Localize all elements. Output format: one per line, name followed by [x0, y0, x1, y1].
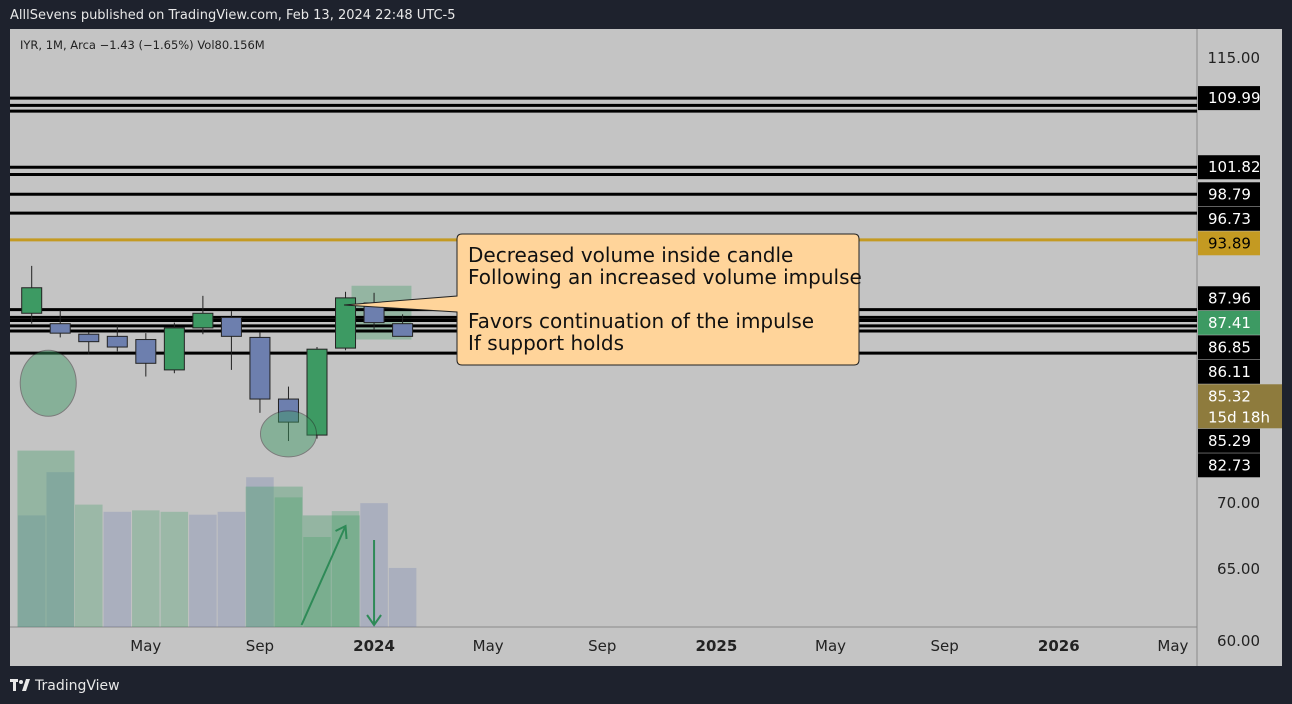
volume-bar	[132, 510, 160, 627]
x-tick-label: Sep	[931, 637, 959, 655]
price-axis-label: 85.29	[1198, 428, 1260, 453]
y-tick-label: 65.00	[1217, 560, 1260, 578]
price-axis-label-text: 85.32	[1208, 387, 1251, 405]
y-tick-label: 60.00	[1217, 632, 1260, 650]
price-axis-label-text: 87.96	[1208, 289, 1251, 307]
price-axis-label: 87.96	[1198, 286, 1260, 311]
volume-bar	[217, 511, 246, 627]
candle-body	[163, 327, 185, 371]
low-circle-annotation	[259, 410, 317, 458]
price-axis-label-text: 98.79	[1208, 185, 1251, 203]
volume-highlight-box	[245, 486, 303, 627]
price-axis-label: 96.73	[1198, 206, 1260, 231]
price-axis-label-text: 93.89	[1208, 234, 1251, 252]
price-axis-label-text: 109.99	[1208, 89, 1261, 107]
x-tick-label: 2026	[1038, 637, 1080, 655]
x-tick-label: Sep	[588, 637, 616, 655]
chart-frame[interactable]: Decreased volume inside candle Following …	[10, 29, 1282, 666]
x-tick-label: 2024	[353, 637, 395, 655]
price-axis-label: 86.85	[1198, 335, 1260, 360]
price-axis-label-text: 86.85	[1208, 338, 1251, 356]
x-tick-label: 2025	[696, 637, 738, 655]
candle-body	[135, 339, 157, 364]
low-circle-annotation	[19, 349, 77, 417]
price-chart[interactable]: Decreased volume inside candleFollowing …	[10, 29, 1282, 666]
tradingview-logo-icon	[10, 679, 30, 691]
candle-body	[21, 287, 43, 314]
price-axis-label: 93.89	[1198, 231, 1260, 256]
y-tick-label: 70.00	[1217, 494, 1260, 512]
volume-bar	[388, 567, 417, 627]
footer-bar: TradingView	[0, 672, 1292, 704]
x-tick-label: Sep	[246, 637, 274, 655]
x-tick-label: May	[130, 637, 161, 655]
x-tick-label: May	[815, 637, 846, 655]
candle-body	[392, 323, 414, 337]
publisher-bar: AlllSevens published on TradingView.com,…	[0, 0, 1292, 30]
candle-body	[106, 335, 128, 348]
publisher-text: AlllSevens published on TradingView.com,…	[10, 8, 456, 23]
callout-text-line: Following an increased volume impulse	[468, 265, 862, 289]
price-axis-label: 101.82	[1198, 155, 1261, 180]
callout-text-line: Favors continuation of the impulse	[468, 309, 814, 333]
price-axis-label: 87.41	[1198, 310, 1260, 335]
countdown-label-text: 15d 18h	[1208, 408, 1270, 426]
price-axis-label: 98.79	[1198, 182, 1260, 207]
footer-brand: TradingView	[35, 678, 120, 694]
price-axis-label: 82.73	[1198, 453, 1260, 478]
volume-bar	[74, 504, 103, 627]
price-axis-label-text: 87.41	[1208, 314, 1251, 332]
price-axis-label: 85.32 15d 18h	[1198, 384, 1282, 429]
price-axis-label-text: 86.11	[1208, 363, 1251, 381]
price-axis-label-text: 85.29	[1208, 432, 1251, 450]
symbol-legend: IYR, 1M, Arca −1.43 (−1.65%) Vol80.156M	[20, 38, 265, 52]
candle-body	[220, 316, 242, 337]
price-axis-label-text: 101.82	[1208, 158, 1261, 176]
volume-bar	[103, 511, 132, 627]
candle-body	[192, 312, 214, 329]
candle-body	[249, 336, 271, 400]
price-axis-label-text: 82.73	[1208, 456, 1251, 474]
volume-highlight-box	[17, 450, 75, 627]
candle-body	[49, 323, 71, 334]
x-tick-label: May	[473, 637, 504, 655]
x-tick-label: May	[1157, 637, 1188, 655]
callout-text-line: If support holds	[468, 331, 624, 355]
y-tick-label: 115.00	[1208, 49, 1261, 67]
volume-bar	[189, 514, 217, 627]
volume-bar	[160, 511, 189, 627]
price-axis-label-text: 96.73	[1208, 210, 1251, 228]
price-axis-label: 86.11	[1198, 359, 1260, 384]
candle-body	[78, 333, 100, 343]
price-axis-label: 109.99	[1198, 86, 1261, 111]
callout-text-line: Decreased volume inside candle	[468, 243, 793, 267]
